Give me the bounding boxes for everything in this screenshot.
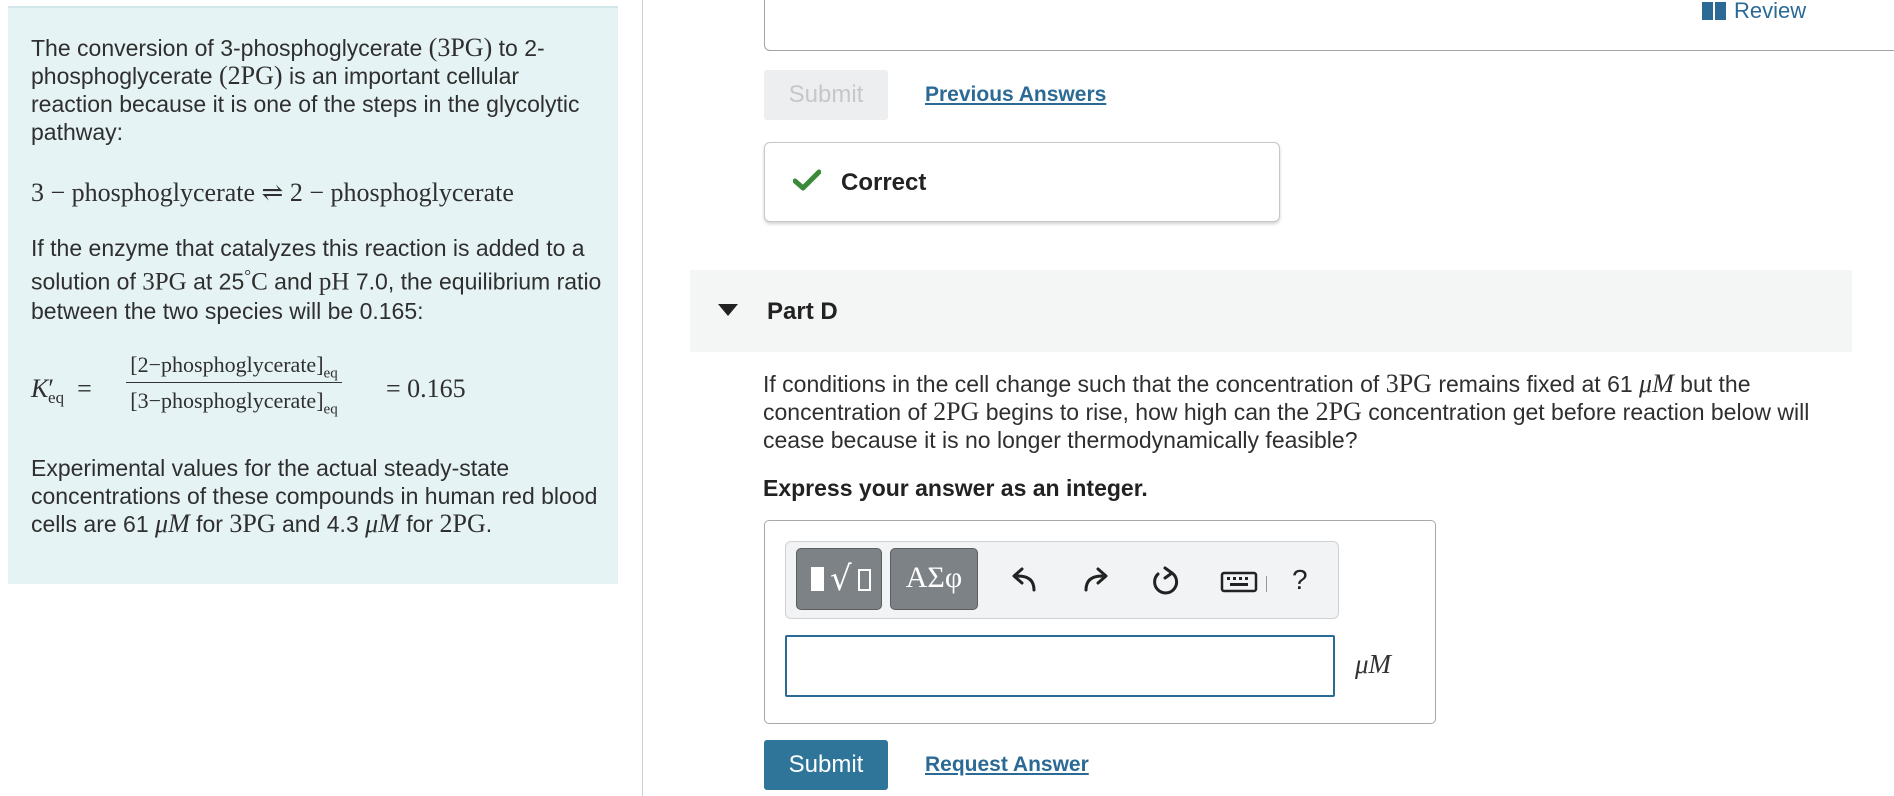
reset-icon[interactable] [1150, 566, 1180, 596]
undo-icon[interactable] [1010, 566, 1040, 596]
math-toolbar: √ ΑΣφ ? [785, 541, 1339, 619]
intro-paragraph-1: The conversion of 3-phosphoglycerate (3P… [31, 33, 580, 146]
feedback-correct: Correct [764, 142, 1280, 222]
intro-panel: The conversion of 3-phosphoglycerate (3P… [8, 6, 618, 584]
intro-paragraph-3: Experimental values for the actual stead… [31, 455, 598, 538]
previous-answers-link[interactable]: Previous Answers [925, 83, 1106, 107]
previous-answer-box [764, 0, 1894, 51]
radical-icon: √ [830, 559, 852, 599]
caret-down-icon [718, 304, 738, 316]
feedback-text: Correct [841, 169, 927, 196]
answer-box: √ ΑΣφ ? μM [764, 520, 1436, 724]
intro-paragraph-2: If the enzyme that catalyzes this reacti… [31, 235, 602, 324]
help-icon[interactable]: ? [1292, 564, 1308, 596]
part-title: Part D [767, 298, 838, 325]
symbols-button[interactable]: ΑΣφ [890, 548, 978, 610]
templates-button[interactable]: √ [796, 548, 882, 610]
answer-input[interactable] [785, 635, 1335, 697]
submit-button[interactable]: Submit [764, 740, 888, 790]
keq-fraction: [2−phosphoglycerate]eq [3−phosphoglycera… [126, 348, 342, 419]
panel-divider [642, 0, 643, 796]
previous-submit-button[interactable]: Submit [764, 70, 888, 120]
request-answer-link[interactable]: Request Answer [925, 753, 1089, 777]
keq-value: = 0.165 [386, 374, 466, 403]
reaction-equation: 3 − phosphoglycerate ⇌ 2 − phosphoglycer… [31, 178, 514, 207]
redo-icon[interactable] [1080, 566, 1110, 596]
question-text: If conditions in the cell change such th… [763, 369, 1810, 454]
answer-instruction: Express your answer as an integer. [763, 475, 1148, 501]
part-d-header[interactable]: Part D [690, 270, 1852, 352]
keyboard-icon[interactable] [1220, 566, 1258, 596]
answer-unit: μM [1355, 649, 1392, 679]
check-icon [793, 169, 821, 191]
